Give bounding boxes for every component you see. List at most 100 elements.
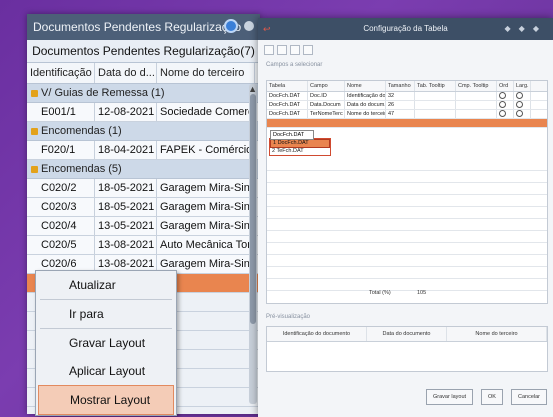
ord-radio[interactable] <box>497 101 514 109</box>
panel-titlebar: Documentos Pendentes Regularização <box>27 14 260 40</box>
cell-id: C020/5 <box>27 236 95 254</box>
grid-cell-campo: TerNomeTerc <box>308 110 345 118</box>
group-label: Encomendas (1) <box>41 125 122 137</box>
column-header-date[interactable]: Data do d... <box>95 63 157 83</box>
group-header[interactable]: V/ Guias de Remessa (1) <box>27 84 260 103</box>
cancel-button[interactable]: Cancelar <box>510 389 547 405</box>
fields-grid: Tabela Campo Nome Tamanho Tab. Tooltip C… <box>266 80 548 304</box>
grid-row[interactable]: DocFch.DAT Doc.ID Identificação do... 32 <box>267 92 547 101</box>
folder-icon <box>31 127 38 135</box>
ord-radio[interactable] <box>497 92 514 100</box>
grid-empty-row <box>267 159 547 171</box>
settings-icon[interactable] <box>224 19 238 33</box>
grid-cell-tab-tooltip <box>415 92 456 100</box>
grid-cell-tabela: DocFch.DAT <box>267 110 308 118</box>
folder-icon <box>31 165 38 173</box>
cell-id: C020/2 <box>27 179 95 197</box>
grid-cell-tamanho: 47 <box>386 110 415 118</box>
toolbar-button-icon[interactable] <box>277 45 287 55</box>
cell-date: 13-05-2021 <box>95 217 157 235</box>
larg-radio[interactable] <box>514 92 531 100</box>
menu-item-aplicar-layout[interactable]: Aplicar Layout <box>36 357 176 385</box>
column-header-row: Identificação ... Data do d... Nome do t… <box>27 63 260 84</box>
table-row[interactable]: F020/1 18-04-2021 FAPEK - Comércio d... <box>27 141 260 160</box>
grid-cell-nome: Identificação do... <box>347 92 386 100</box>
grid-empty-row <box>267 171 547 183</box>
ord-radio[interactable] <box>497 110 514 118</box>
grid-row[interactable]: DocFch.DAT Data.Docum Data do docum... 2… <box>267 101 547 110</box>
column-header-id[interactable]: Identificação ... <box>27 63 95 83</box>
gear-icon[interactable] <box>244 21 254 31</box>
table-dropdown-value[interactable]: DocFch.DAT <box>270 130 314 140</box>
cell-date: 18-05-2021 <box>95 198 157 216</box>
grid-cell-campo: Data.Docum <box>308 101 345 109</box>
grid-cell-tabela: DocFch.DAT <box>267 92 308 100</box>
cell-name: Garagem Mira-Sintra... <box>157 217 255 235</box>
preview-section-label: Pré-visualização <box>266 314 311 320</box>
grid-header-cmp-tooltip[interactable]: Cmp. Tooltip <box>456 81 497 91</box>
cell-id: C020/3 <box>27 198 95 216</box>
table-dropdown[interactable]: DocFch.DAT 1 DocFch.DAT 2 TeFch.DAT <box>269 130 331 156</box>
larg-radio[interactable] <box>514 110 531 118</box>
group-header[interactable]: Encomendas (5) <box>27 160 260 179</box>
folder-icon <box>31 89 38 97</box>
window-controls-icon[interactable]: ◆◆◆ <box>505 18 547 40</box>
preview-grid: Identificação do documento Data do docum… <box>266 326 548 372</box>
config-toolbar <box>258 40 553 60</box>
vertical-scrollbar[interactable] <box>249 84 257 404</box>
group-header[interactable]: Encomendas (1) <box>27 122 260 141</box>
cell-date: 18-04-2021 <box>95 141 157 159</box>
config-title: Configuração da Tabela <box>363 24 448 33</box>
table-row[interactable]: C020/3 18-05-2021 Garagem Mira-Sintra... <box>27 198 260 217</box>
toolbar-button-icon[interactable] <box>264 45 274 55</box>
panel-title: Documentos Pendentes Regularização <box>33 20 242 34</box>
grid-header-campo[interactable]: Campo <box>308 81 345 91</box>
group-label: Encomendas (5) <box>41 163 122 175</box>
grid-header-row: Tabela Campo Nome Tamanho Tab. Tooltip C… <box>267 81 547 92</box>
table-row[interactable]: E001/1 12-08-2021 Sociedade Comerci... <box>27 103 260 122</box>
grid-cell-campo: Doc.ID <box>308 92 345 100</box>
grid-header-tamanho[interactable]: Tamanho <box>386 81 415 91</box>
grid-header-ord[interactable]: Ord <box>497 81 514 91</box>
cell-id: E001/1 <box>27 103 95 121</box>
grid-empty-row <box>267 207 547 219</box>
grid-empty-row <box>267 219 547 231</box>
cell-name: Garagem Mira-Sintra... <box>157 198 255 216</box>
toolbar-button-icon[interactable] <box>290 45 300 55</box>
grid-cell-tamanho: 26 <box>386 101 415 109</box>
back-icon[interactable]: ↩ <box>263 18 271 40</box>
grid-cell-cmp-tooltip <box>456 101 497 109</box>
grid-row[interactable]: DocFch.DAT TerNomeTerc Nome do terceiro … <box>267 110 547 119</box>
table-row[interactable]: C020/2 18-05-2021 Garagem Mira-Sintra... <box>27 179 260 198</box>
save-layout-button[interactable]: Gravar layout <box>426 389 474 405</box>
dialog-buttons: Gravar layout OK Cancelar <box>426 389 547 405</box>
grid-header-larg[interactable]: Larg. <box>514 81 531 91</box>
menu-item-ir-para[interactable]: Ir para <box>36 300 176 328</box>
toolbar-button-icon[interactable] <box>303 45 313 55</box>
cell-id: C020/4 <box>27 217 95 235</box>
preview-header-row: Identificação do documento Data do docum… <box>267 327 547 342</box>
grid-empty-row <box>267 267 547 279</box>
larg-radio[interactable] <box>514 101 531 109</box>
ok-button[interactable]: OK <box>481 389 503 405</box>
grid-header-nome[interactable]: Nome <box>345 81 386 91</box>
cell-name: FAPEK - Comércio d... <box>157 141 255 159</box>
grid-header-tab-tooltip[interactable]: Tab. Tooltip <box>415 81 456 91</box>
column-header-name[interactable]: Nome do terceiro <box>157 63 255 83</box>
dropdown-option[interactable]: 2 TeFch.DAT <box>270 148 330 155</box>
grid-row-selected[interactable] <box>267 119 547 128</box>
scroll-up-icon[interactable]: ▲ <box>248 84 257 94</box>
grid-cell-tab-tooltip <box>415 101 456 109</box>
scrollbar-thumb[interactable] <box>250 94 256 324</box>
grid-header-tabela[interactable]: Tabela <box>267 81 308 91</box>
dropdown-option[interactable]: 1 DocFch.DAT <box>270 139 330 148</box>
grid-cell-tab-tooltip <box>415 110 456 118</box>
menu-item-atualizar[interactable]: Atualizar <box>36 271 176 299</box>
group-label: V/ Guias de Remessa (1) <box>41 87 165 99</box>
preview-header-id: Identificação do documento <box>267 327 367 341</box>
table-row[interactable]: C020/5 13-08-2021 Auto Mecânica Torre... <box>27 236 260 255</box>
total-value: 105 <box>417 290 427 296</box>
table-row[interactable]: C020/4 13-05-2021 Garagem Mira-Sintra... <box>27 217 260 236</box>
menu-item-mostrar-layout[interactable]: Mostrar Layout <box>38 385 174 415</box>
menu-item-gravar-layout[interactable]: Gravar Layout <box>36 329 176 357</box>
